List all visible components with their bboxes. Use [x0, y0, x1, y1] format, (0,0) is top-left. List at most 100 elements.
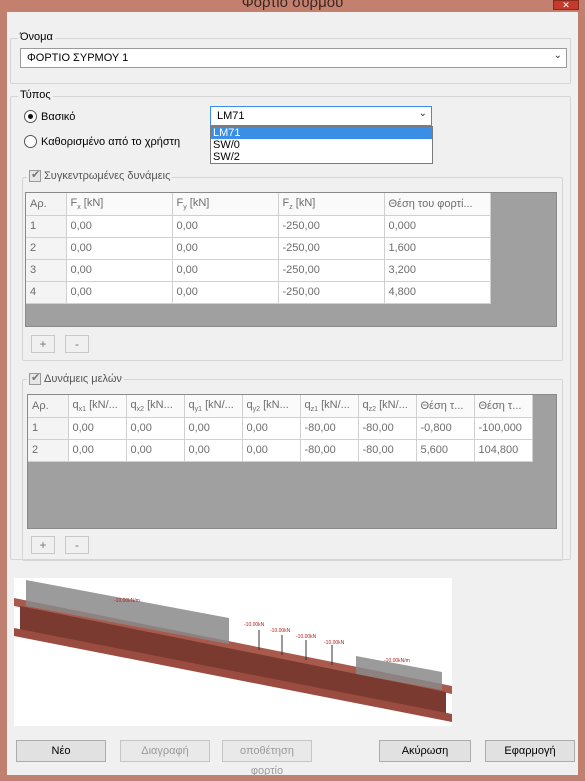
forces-checkbox[interactable]: Συγκεντρωμένες δυνάμεις [27, 168, 173, 182]
forces-col-fx[interactable]: Fx [kN] [66, 193, 173, 216]
members-col-qx2[interactable]: qx2 [kN... [126, 395, 185, 418]
cell-position[interactable]: 4,800 [384, 281, 491, 304]
cell-qz1[interactable]: -80,00 [300, 439, 359, 462]
cell-fy[interactable]: 0,00 [172, 281, 279, 304]
cell-fz[interactable]: -250,00 [278, 237, 385, 260]
cell-fz[interactable]: -250,00 [278, 281, 385, 304]
members-table: Αρ. qx1 [kN/... qx2 [kN... qy1 [kN/... q… [28, 395, 533, 462]
cell-fy[interactable]: 0,00 [172, 237, 279, 260]
members-col-qy1[interactable]: qy1 [kN/... [184, 395, 243, 418]
cell-position[interactable]: 3,200 [384, 259, 491, 282]
row-number: 2 [28, 439, 69, 462]
remove-force-button[interactable]: - [65, 335, 89, 353]
title-bar: Φορτίο συρμού ✕ [0, 0, 585, 12]
table-row[interactable]: 3 0,00 0,00 -250,00 3,200 [26, 259, 491, 282]
cell-qz2[interactable]: -80,00 [358, 439, 417, 462]
new-button[interactable]: Νέο [16, 740, 106, 762]
preview-load-label: -10.00kN [270, 628, 291, 634]
chevron-down-icon: ⌄ [418, 108, 427, 119]
row-number: 1 [28, 417, 69, 440]
cell-fy[interactable]: 0,00 [172, 215, 279, 238]
dropdown-option-sw2[interactable]: SW/2 [211, 151, 432, 163]
members-checkbox[interactable]: Δυνάμεις μελών [27, 371, 124, 385]
members-col-qx1[interactable]: qx1 [kN/... [68, 395, 127, 418]
members-grid: Αρ. qx1 [kN/... qx2 [kN... qy1 [kN/... q… [27, 394, 557, 529]
forces-col-position[interactable]: Θέση του φορτί... [384, 193, 491, 216]
cell-qx1[interactable]: 0,00 [68, 417, 127, 440]
table-row[interactable]: 2 0,00 0,00 -250,00 1,600 [26, 237, 491, 260]
remove-member-force-button[interactable]: - [65, 536, 89, 554]
name-group-label: Όνομα [18, 31, 55, 43]
cell-qy2[interactable]: 0,00 [242, 417, 301, 440]
delete-button[interactable]: Διαγραφή [120, 740, 210, 762]
cell-fx[interactable]: 0,00 [66, 237, 173, 260]
forces-check-indicator[interactable] [29, 168, 41, 182]
cell-qx2[interactable]: 0,00 [126, 417, 185, 440]
cell-fz[interactable]: -250,00 [278, 215, 385, 238]
radio-user-label: Καθορισμένο από το χρήστη [41, 135, 181, 148]
save-load-button[interactable]: οποθέτηση φορτίο [222, 740, 312, 777]
cell-qy1[interactable]: 0,00 [184, 417, 243, 440]
members-header-row: Αρ. qx1 [kN/... qx2 [kN... qy1 [kN/... q… [28, 395, 533, 418]
table-row[interactable]: 1 0,00 0,00 -250,00 0,000 [26, 215, 491, 238]
radio-basic-label: Βασικό [41, 110, 76, 123]
name-combo[interactable]: ΦΟΡΤΙΟ ΣΥΡΜΟΥ 1 ⌄ [20, 48, 567, 68]
cell-qz1[interactable]: -80,00 [300, 417, 359, 440]
row-number: 2 [26, 237, 67, 260]
close-icon[interactable]: ✕ [553, 0, 579, 10]
beam-preview-svg: -10.00kN/m -10.00kN -10.00kN -10.00kN -1… [14, 580, 452, 722]
add-member-force-button[interactable]: + [31, 536, 55, 554]
radio-basic[interactable]: Βασικό [24, 110, 75, 123]
row-number: 1 [26, 215, 67, 238]
table-row[interactable]: 2 0,00 0,00 0,00 0,00 -80,00 -80,00 5,60… [28, 439, 533, 462]
cell-qx1[interactable]: 0,00 [68, 439, 127, 462]
cell-pos-end[interactable]: 104,800 [474, 439, 533, 462]
train-type-combo[interactable]: LM71 ⌄ [210, 106, 432, 126]
train-type-dropdown-list: LM71 SW/0 SW/2 [210, 126, 433, 164]
cell-fx[interactable]: 0,00 [66, 215, 173, 238]
members-col-pos-end[interactable]: Θέση τ... [474, 395, 533, 418]
window-title: Φορτίο συρμού [241, 0, 344, 11]
add-force-button[interactable]: + [31, 335, 55, 353]
row-number: 3 [26, 259, 67, 282]
forces-col-fy[interactable]: Fy [kN] [172, 193, 279, 216]
members-col-pos-start[interactable]: Θέση τ... [416, 395, 475, 418]
dropdown-option-sw0[interactable]: SW/0 [211, 139, 432, 151]
chevron-down-icon: ⌄ [553, 50, 562, 61]
members-col-no[interactable]: Αρ. [28, 395, 69, 418]
cell-fy[interactable]: 0,00 [172, 259, 279, 282]
cancel-button[interactable]: Ακύρωση [379, 740, 471, 762]
forces-grid: Αρ. Fx [kN] Fy [kN] Fz [kN] Θέση του φορ… [25, 192, 557, 327]
name-combo-value: ΦΟΡΤΙΟ ΣΥΡΜΟΥ 1 [27, 52, 129, 64]
cell-qy1[interactable]: 0,00 [184, 439, 243, 462]
cell-qz2[interactable]: -80,00 [358, 417, 417, 440]
members-col-qz1[interactable]: qz1 [kN/... [300, 395, 359, 418]
row-number: 4 [26, 281, 67, 304]
members-col-qz2[interactable]: qz2 [kN/... [358, 395, 417, 418]
members-col-qy2[interactable]: qy2 [kN... [242, 395, 301, 418]
members-check-indicator[interactable] [29, 371, 41, 385]
cell-pos-start[interactable]: 5,600 [416, 439, 475, 462]
forces-col-no[interactable]: Αρ. [26, 193, 67, 216]
preview-load-label: -10.00kN [296, 634, 317, 640]
radio-user-indicator[interactable] [24, 135, 37, 148]
cell-qx2[interactable]: 0,00 [126, 439, 185, 462]
apply-button[interactable]: Εφαρμογή [485, 740, 575, 762]
forces-col-fz[interactable]: Fz [kN] [278, 193, 385, 216]
cell-fx[interactable]: 0,00 [66, 259, 173, 282]
cell-qy2[interactable]: 0,00 [242, 439, 301, 462]
forces-table: Αρ. Fx [kN] Fy [kN] Fz [kN] Θέση του φορ… [26, 193, 491, 304]
cell-fz[interactable]: -250,00 [278, 259, 385, 282]
table-row[interactable]: 4 0,00 0,00 -250,00 4,800 [26, 281, 491, 304]
cell-pos-end[interactable]: -100,000 [474, 417, 533, 440]
dropdown-option-lm71[interactable]: LM71 [211, 127, 432, 139]
forces-group-label: Συγκεντρωμένες δυνάμεις [44, 170, 171, 182]
cell-position[interactable]: 1,600 [384, 237, 491, 260]
forces-header-row: Αρ. Fx [kN] Fy [kN] Fz [kN] Θέση του φορ… [26, 193, 491, 216]
cell-pos-start[interactable]: -0,800 [416, 417, 475, 440]
radio-user-defined[interactable]: Καθορισμένο από το χρήστη [24, 135, 180, 148]
cell-fx[interactable]: 0,00 [66, 281, 173, 304]
table-row[interactable]: 1 0,00 0,00 0,00 0,00 -80,00 -80,00 -0,8… [28, 417, 533, 440]
cell-position[interactable]: 0,000 [384, 215, 491, 238]
radio-basic-indicator[interactable] [24, 110, 37, 123]
